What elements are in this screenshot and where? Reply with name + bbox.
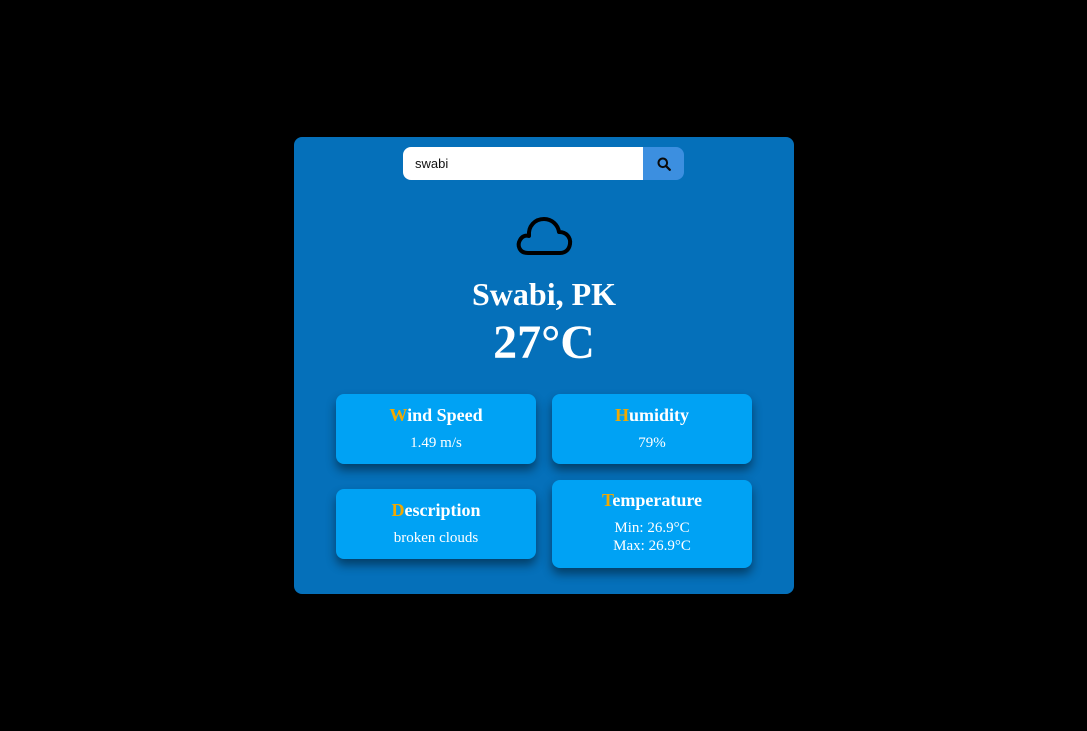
weather-app-panel: Swabi, PK 27°C Wind Speed 1.49 m/s Humid…	[294, 137, 794, 594]
wind-speed-value: 1.49 m/s	[410, 435, 462, 451]
search-button[interactable]	[643, 147, 684, 180]
description-card: Description broken clouds	[336, 489, 536, 559]
humidity-value: 79%	[638, 435, 666, 451]
wind-speed-card: Wind Speed 1.49 m/s	[336, 394, 536, 464]
description-title-initial: D	[391, 500, 405, 520]
description-title-rest: escription	[404, 500, 481, 520]
humidity-title: Humidity	[552, 404, 752, 426]
temperature-title-initial: T	[602, 490, 613, 510]
wind-speed-title: Wind Speed	[336, 404, 536, 426]
humidity-card: Humidity 79%	[552, 394, 752, 464]
temperature-min: Min: 26.9°C	[614, 520, 690, 536]
description-value: broken clouds	[393, 530, 479, 546]
humidity-title-initial: H	[614, 405, 629, 425]
wind-speed-title-rest: ind Speed	[407, 405, 483, 425]
humidity-title-rest: umidity	[629, 405, 690, 425]
temperature-max: Max: 26.9°C	[613, 538, 691, 554]
cloud-icon	[516, 217, 573, 255]
search-icon	[657, 157, 671, 171]
wind-speed-title-initial: W	[389, 405, 408, 425]
temperature-title: Temperature	[552, 489, 752, 511]
temperature-title-rest: emperature	[612, 490, 702, 510]
city-name: Swabi, PK	[471, 276, 617, 312]
description-title: Description	[336, 499, 536, 521]
current-temperature: 27°C	[493, 316, 595, 369]
temperature-card: Temperature Min: 26.9°C Max: 26.9°C	[552, 480, 752, 568]
search-bar	[403, 147, 684, 180]
search-input[interactable]	[403, 147, 643, 180]
